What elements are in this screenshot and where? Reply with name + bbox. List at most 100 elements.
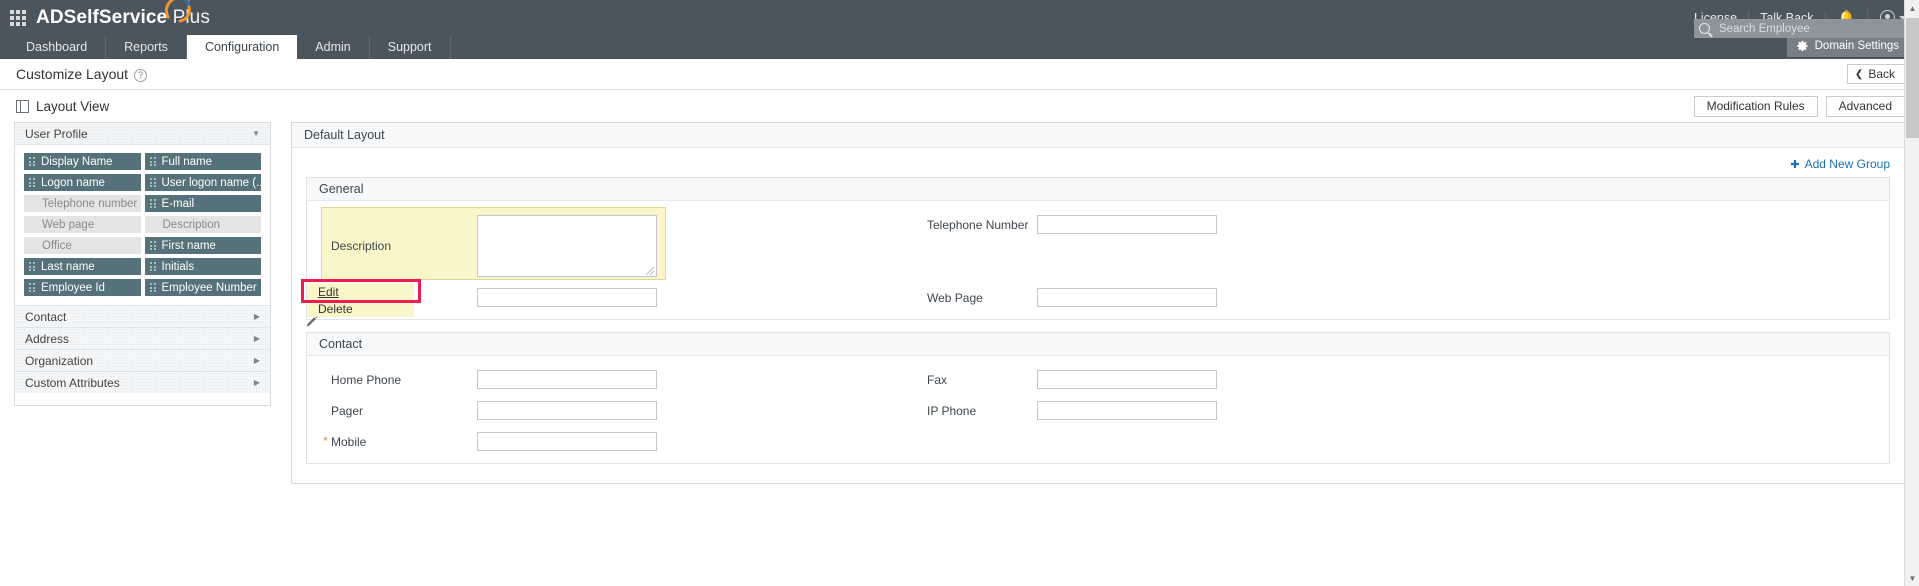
telephone-number-input[interactable]	[1037, 215, 1217, 234]
scrollbar-thumb[interactable]	[1906, 18, 1919, 138]
chevron-right-icon: ▶	[253, 356, 260, 365]
chip-display-name[interactable]: Display Name	[24, 153, 141, 170]
sidebar-section-address-label: Address	[25, 331, 70, 346]
field-row: Web Page	[307, 288, 1889, 307]
field-row: Home Phone Fax	[307, 370, 1889, 389]
pager-input[interactable]	[477, 401, 657, 420]
chip-telephone-number: Telephone number	[24, 195, 141, 212]
plus-icon: ✚	[1790, 158, 1800, 171]
tab-admin[interactable]: Admin	[297, 35, 370, 59]
field-label: Telephone Number	[927, 217, 1029, 232]
chip-label: User logon name (...	[161, 176, 262, 189]
drag-handle-icon	[149, 262, 156, 271]
chip-employee-id[interactable]: Employee Id	[24, 279, 141, 296]
app-logo: ADSelfService Plus	[36, 0, 210, 29]
scroll-up-arrow-icon[interactable]: ▲	[1905, 0, 1919, 16]
field-ip-phone: IP Phone	[927, 401, 1889, 420]
group-general-title: General	[307, 178, 1889, 201]
back-button[interactable]: ❮ Back	[1846, 64, 1905, 84]
chip-e-mail[interactable]: E-mail	[144, 195, 261, 212]
group-general-body: Edit Delete Description Telephone Number	[301, 201, 1889, 327]
modification-rules-button[interactable]: Modification Rules	[1693, 95, 1818, 117]
blank-input[interactable]	[477, 288, 657, 307]
drag-handle-icon	[149, 241, 156, 250]
chip-label: Logon name	[41, 176, 105, 189]
drag-handle-icon	[29, 157, 35, 166]
help-question-icon[interactable]: ?	[134, 68, 148, 82]
back-button-label: Back	[1868, 67, 1895, 81]
attribute-sidebar: User Profile ▼ Display Name Full name Lo…	[14, 122, 271, 406]
field-row: Description Telephone Number	[307, 215, 1889, 277]
tab-reports[interactable]: Reports	[106, 35, 187, 59]
page-scrollbar[interactable]: ▲ ▼	[1904, 0, 1919, 586]
search-employee-box[interactable]	[1694, 19, 1909, 38]
page-header: Customize Layout ? ❮ Back	[0, 59, 1919, 90]
pencil-edit-icon[interactable]	[305, 315, 319, 329]
chip-label: Initials	[161, 260, 195, 273]
fax-input[interactable]	[1037, 370, 1217, 389]
scroll-down-arrow-icon[interactable]: ▼	[1905, 570, 1919, 586]
chevron-down-icon: ▼	[252, 129, 260, 138]
chevron-right-icon: ▶	[253, 378, 260, 387]
tab-configuration[interactable]: Configuration	[186, 35, 298, 59]
chip-last-name[interactable]: Last name	[24, 258, 141, 275]
chip-label: Employee Id	[41, 281, 105, 294]
chip-description: Description	[144, 216, 261, 233]
chip-label: Telephone number	[42, 197, 138, 210]
chip-initials[interactable]: Initials	[144, 258, 261, 275]
drag-handle-icon	[29, 178, 35, 187]
chip-full-name[interactable]: Full name	[144, 153, 261, 170]
context-menu-edit[interactable]: Edit	[307, 283, 414, 300]
chevron-right-icon: ▶	[253, 312, 260, 321]
field-row: * Mobile	[307, 432, 1889, 451]
chip-label: Office	[42, 239, 72, 252]
sidebar-section-address[interactable]: Address ▶	[15, 327, 270, 349]
field-row: Pager IP Phone	[307, 401, 1889, 420]
chip-label: First name	[161, 239, 216, 252]
chip-first-name[interactable]: First name	[144, 237, 261, 254]
app-grid-icon[interactable]	[10, 9, 26, 26]
group-contact: Contact Home Phone Fax Pager IP Phone * …	[306, 332, 1890, 464]
drag-handle-icon	[149, 157, 156, 166]
field-telephone-number: Telephone Number	[927, 215, 1889, 234]
chip-logon-name[interactable]: Logon name	[24, 174, 141, 191]
sidebar-section-contact[interactable]: Contact ▶	[15, 305, 270, 327]
search-input[interactable]	[1717, 21, 1904, 36]
sidebar-section-user-profile[interactable]: User Profile ▼	[15, 123, 270, 145]
sidebar-section-organization[interactable]: Organization ▶	[15, 349, 270, 371]
tab-support[interactable]: Support	[370, 35, 451, 59]
ip-phone-input[interactable]	[1037, 401, 1217, 420]
field-mobile: * Mobile	[307, 432, 927, 451]
sidebar-section-custom-attributes[interactable]: Custom Attributes ▶	[15, 371, 270, 393]
advanced-button[interactable]: Advanced	[1825, 95, 1905, 117]
tab-dashboard[interactable]: Dashboard	[8, 35, 107, 59]
chip-label: Description	[162, 218, 221, 231]
brand-name-bold: ADSelfService	[36, 6, 168, 28]
mobile-input[interactable]	[477, 432, 657, 451]
web-page-input[interactable]	[1037, 288, 1217, 307]
chip-employee-number[interactable]: Employee Number	[144, 279, 261, 296]
field-label: Description	[331, 239, 392, 253]
home-phone-input[interactable]	[477, 370, 657, 389]
drag-handle-icon	[29, 283, 35, 292]
domain-settings-button[interactable]: Domain Settings	[1786, 35, 1909, 57]
layout-header-buttons: Modification Rules Advanced	[1693, 95, 1905, 117]
chip-user-logon-name[interactable]: User logon name (...	[144, 174, 262, 191]
layout-view-icon	[16, 99, 29, 113]
page-title: Customize Layout	[16, 66, 129, 82]
description-textarea[interactable]	[477, 215, 657, 277]
context-menu-delete[interactable]: Delete	[307, 300, 414, 317]
field-fax: Fax	[927, 370, 1889, 389]
field-label: Pager	[331, 403, 364, 418]
sidebar-section-user-profile-label: User Profile	[25, 126, 88, 141]
add-new-group-button[interactable]: ✚ Add New Group	[306, 154, 1890, 177]
gear-icon	[1796, 40, 1809, 52]
top-bar: ADSelfService Plus License Talk Back 🔔	[0, 0, 1919, 38]
group-contact-title: Contact	[307, 333, 1889, 356]
chip-label: Full name	[161, 155, 213, 168]
drag-handle-icon	[149, 199, 156, 208]
chip-label: Last name	[41, 260, 95, 273]
page-body: User Profile ▼ Display Name Full name Lo…	[0, 122, 1919, 586]
required-asterisk-icon: *	[323, 433, 328, 448]
chip-web-page: Web page	[24, 216, 141, 233]
